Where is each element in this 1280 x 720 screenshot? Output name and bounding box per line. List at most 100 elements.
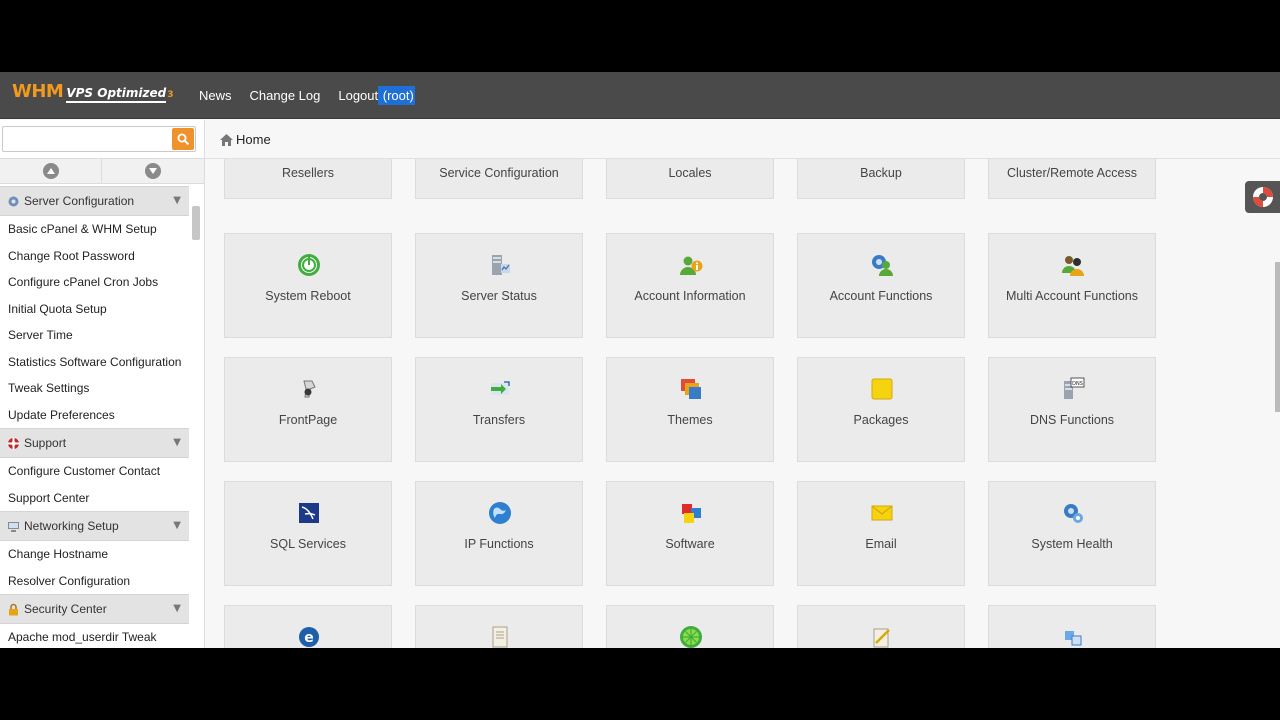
tile-sql-services[interactable]: SQL Services — [224, 481, 392, 586]
sidebar-nav: Server Configuration ▼ Basic cPanel & WH… — [0, 186, 189, 648]
scroll-up-button[interactable] — [0, 159, 102, 183]
tile-frontpage[interactable]: FrontPage — [224, 357, 392, 462]
tile-label: Account Information — [634, 289, 746, 303]
tile-plugin[interactable] — [606, 605, 774, 648]
breadcrumb-home[interactable]: Home — [236, 132, 271, 147]
tile-dns-functions[interactable]: DNS DNS Functions — [988, 357, 1156, 462]
document-icon — [492, 626, 508, 648]
sql-icon — [299, 503, 319, 523]
tile-label: Multi Account Functions — [1005, 289, 1138, 303]
tile-themes[interactable]: Themes — [606, 357, 774, 462]
sidebar-item[interactable]: Resolver Configuration — [0, 568, 189, 595]
tile-label: Server Status — [461, 289, 537, 303]
logo-sub: VPS Optimized — [66, 86, 167, 103]
whm-logo[interactable]: WHM VPS Optimized 3 — [12, 81, 173, 109]
logout-label: Logout — [338, 87, 379, 103]
tile-label: Resellers — [281, 166, 335, 180]
tile-locales[interactable]: Locales — [606, 159, 774, 199]
lifebuoy-icon — [6, 436, 20, 450]
themes-icon — [681, 379, 701, 399]
software-icon — [682, 504, 701, 523]
sidebar-item[interactable]: Update Preferences — [0, 402, 189, 429]
tile-backup[interactable]: Backup — [797, 159, 965, 199]
tile-label: Cluster/Remote Access — [1007, 166, 1137, 180]
search-icon — [177, 133, 189, 145]
tile-multi-account-functions[interactable]: Multi Account Functions — [988, 233, 1156, 338]
tile-label: Software — [665, 537, 715, 551]
group-server-configuration[interactable]: Server Configuration ▼ — [0, 186, 189, 216]
sidebar-item[interactable]: Change Root Password — [0, 243, 189, 270]
scrollbar-thumb[interactable] — [192, 206, 200, 240]
tile-cluster-remote-access[interactable]: Cluster/Remote Access — [988, 159, 1156, 199]
account-info-icon — [680, 256, 703, 275]
sidebar-item[interactable]: Change Hostname — [0, 541, 189, 568]
tile-cpanel[interactable]: e — [224, 605, 392, 648]
sidebar: Server Configuration ▼ Basic cPanel & WH… — [0, 120, 205, 648]
scroll-down-button[interactable] — [102, 159, 204, 183]
breadcrumb: Home — [220, 132, 271, 147]
whm-app: WHM VPS Optimized 3 News Change Log Logo… — [0, 72, 1280, 648]
search-button[interactable] — [172, 128, 194, 150]
chevron-down-icon: ▼ — [173, 437, 181, 448]
help-button[interactable] — [1245, 181, 1280, 213]
tile-service-configuration[interactable]: Service Configuration — [415, 159, 583, 199]
tile-email[interactable]: Email — [797, 481, 965, 586]
group-security-center[interactable]: Security Center ▼ — [0, 594, 189, 624]
tile-modules[interactable] — [988, 605, 1156, 648]
tile-transfers[interactable]: Transfers — [415, 357, 583, 462]
tile-resellers[interactable]: Resellers — [224, 159, 392, 199]
sidebar-scroll-controls — [0, 158, 204, 184]
sidebar-item[interactable]: Server Time — [0, 322, 189, 349]
top-nav: News Change Log Logout (root) — [190, 72, 424, 118]
logout-link[interactable]: Logout (root) — [338, 85, 415, 105]
puzzle-icon — [1065, 631, 1082, 646]
transfers-icon — [491, 381, 510, 395]
multi-account-icon — [1062, 256, 1084, 276]
svg-text:e: e — [304, 630, 314, 646]
arrow-up-icon — [42, 163, 59, 179]
tile-system-health[interactable]: System Health — [988, 481, 1156, 586]
group-support[interactable]: Support ▼ — [0, 428, 189, 458]
tile-label: SQL Services — [270, 537, 346, 551]
tile-server-status[interactable]: Server Status — [415, 233, 583, 338]
tile-label: Account Functions — [829, 289, 933, 303]
sidebar-item[interactable]: Basic cPanel & WHM Setup — [0, 216, 189, 243]
group-label: Security Center — [24, 602, 107, 616]
sidebar-item[interactable]: Initial Quota Setup — [0, 296, 189, 323]
change-log-link[interactable]: Change Log — [250, 88, 321, 103]
sidebar-item[interactable]: Tweak Settings — [0, 375, 189, 402]
sidebar-item[interactable]: Support Center — [0, 485, 189, 512]
sidebar-item[interactable]: Statistics Software Configuration — [0, 349, 189, 376]
logout-user: (root) — [378, 85, 415, 105]
tile-label: Locales — [668, 166, 712, 180]
group-label: Networking Setup — [24, 519, 119, 533]
tile-software[interactable]: Software — [606, 481, 774, 586]
power-icon — [298, 254, 320, 276]
network-icon — [6, 519, 20, 533]
tile-editor[interactable] — [797, 605, 965, 648]
tile-label: FrontPage — [278, 413, 338, 427]
tile-label: IP Functions — [464, 537, 534, 551]
lifebuoy-icon — [1252, 187, 1273, 207]
group-networking-setup[interactable]: Networking Setup ▼ — [0, 511, 189, 541]
tile-packages[interactable]: Packages — [797, 357, 965, 462]
tile-system-reboot[interactable]: System Reboot — [224, 233, 392, 338]
sidebar-scrollbar[interactable] — [189, 186, 203, 648]
tile-label: Email — [865, 537, 897, 551]
sidebar-item[interactable]: Configure cPanel Cron Jobs — [0, 269, 189, 296]
group-label: Support — [24, 436, 67, 450]
tile-ip-functions[interactable]: IP Functions — [415, 481, 583, 586]
sidebar-item[interactable]: Apache mod_userdir Tweak — [0, 624, 189, 648]
content-scrollbar[interactable] — [1275, 262, 1280, 412]
gear-icon — [6, 194, 20, 208]
search-input[interactable] — [3, 127, 171, 151]
letterbox-top — [0, 0, 1280, 72]
news-link[interactable]: News — [199, 88, 232, 103]
tile-account-information[interactable]: Account Information — [606, 233, 774, 338]
home-icon — [220, 133, 233, 146]
tile-account-functions[interactable]: Account Functions — [797, 233, 965, 338]
sidebar-item[interactable]: Configure Customer Contact — [0, 458, 189, 485]
group-label: Server Configuration — [24, 194, 135, 208]
tile-document[interactable] — [415, 605, 583, 648]
logo-main: WHM — [12, 81, 64, 102]
